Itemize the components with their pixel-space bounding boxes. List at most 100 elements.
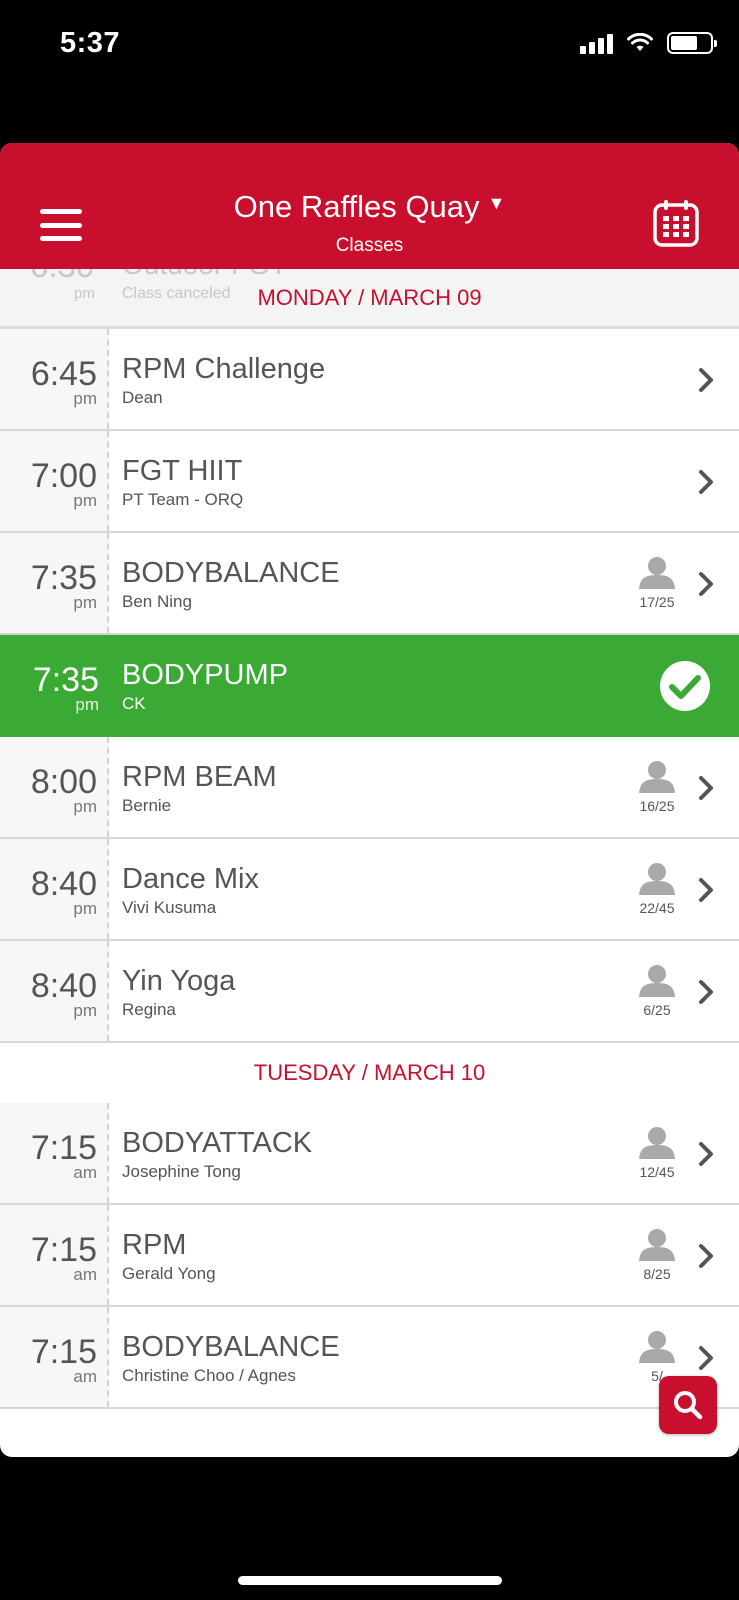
class-info: BODYPUMP CK	[122, 659, 288, 714]
class-row-booked[interactable]: 7:35 pm BODYPUMP CK	[0, 635, 739, 737]
location-selector[interactable]: One Raffles Quay ▼	[0, 189, 739, 225]
class-ampm: pm	[73, 389, 97, 408]
class-info: RPM Gerald Yong	[122, 1229, 216, 1284]
class-instructor: Dean	[122, 388, 163, 407]
day-header: 6:30pm Outdoor FGT Class canceled MONDAY / …	[0, 269, 739, 329]
class-ampm: am	[73, 1367, 97, 1386]
capacity-count: 6/25	[643, 1002, 671, 1018]
class-info: RPM BEAM Bernie	[122, 761, 277, 816]
person-icon	[639, 1127, 675, 1159]
class-ampm: pm	[73, 797, 97, 816]
class-name: BODYBALANCE	[122, 557, 340, 589]
home-indicator[interactable]	[238, 1576, 502, 1585]
class-ampm: am	[73, 1163, 97, 1182]
class-list[interactable]: 6:30pmOutdoor FGTClass canceledMONDAY / …	[0, 269, 739, 1457]
checkmark-circle-icon	[660, 661, 710, 711]
time-column: 7:15 am	[0, 1205, 109, 1305]
class-name: BODYPUMP	[122, 659, 288, 691]
location-label: One Raffles Quay	[233, 189, 480, 224]
capacity-indicator: 22/45	[635, 861, 679, 916]
class-row[interactable]: 7:15 am BODYATTACK Josephine Tong 12/45	[0, 1103, 739, 1205]
app-window: One Raffles Quay▼ Classes 6:30pmOutdoor …	[0, 143, 739, 1457]
time-column: 8:40 pm	[0, 941, 109, 1041]
class-instructor: Gerald Yong	[122, 1264, 216, 1283]
chevron-right-icon	[699, 1142, 713, 1166]
class-instructor: PT Team - ORQ	[122, 490, 244, 509]
time-column: 7:15 am	[0, 1103, 109, 1203]
class-name: RPM	[122, 1229, 187, 1261]
class-row[interactable]: 8:40 pm Yin Yoga Regina 6/25	[0, 941, 739, 1043]
person-icon	[639, 965, 675, 997]
capacity-count: 12/45	[639, 1164, 675, 1180]
class-info: Dance Mix Vivi Kusuma	[122, 863, 259, 918]
time-column: 7:00 pm	[0, 431, 109, 531]
chevron-right-icon	[699, 878, 713, 902]
capacity-indicator: 8/25	[635, 1227, 679, 1282]
class-row[interactable]: 7:00 pm FGT HIIT PT Team - ORQ	[0, 431, 739, 533]
status-time: 5:37	[60, 27, 121, 59]
class-name: RPM Challenge	[122, 353, 326, 385]
person-icon	[639, 1229, 675, 1261]
person-icon	[639, 863, 675, 895]
chevron-right-icon	[699, 1244, 713, 1268]
capacity-count: 17/25	[639, 594, 675, 610]
class-info: BODYBALANCE Christine Choo / Agnes	[122, 1331, 340, 1386]
wifi-icon	[627, 33, 653, 51]
day-label: TUESDAY / MARCH 10	[253, 1060, 486, 1085]
class-instructor: Vivi Kusuma	[122, 898, 217, 917]
class-name: FGT HIIT	[122, 455, 243, 487]
app-header: One Raffles Quay ▼ Classes	[0, 143, 739, 269]
class-instructor: CK	[122, 694, 146, 713]
status-icons	[580, 32, 717, 54]
class-ampm: pm	[75, 695, 99, 714]
chevron-right-icon	[699, 368, 713, 392]
capacity-indicator: 12/45	[635, 1125, 679, 1180]
calendar-button[interactable]	[653, 199, 699, 247]
class-instructor: Christine Choo / Agnes	[122, 1366, 296, 1385]
class-row[interactable]: 6:45 pm RPM Challenge Dean	[0, 329, 739, 431]
class-info: FGT HIIT PT Team - ORQ	[122, 455, 243, 510]
status-bar: 5:37	[0, 0, 739, 90]
class-name: RPM BEAM	[122, 761, 277, 793]
class-instructor: Regina	[122, 1000, 176, 1019]
class-info: RPM Challenge Dean	[122, 353, 325, 408]
class-row[interactable]: 8:40 pm Dance Mix Vivi Kusuma 22/45	[0, 839, 739, 941]
capacity-count: 22/45	[639, 900, 675, 916]
chevron-right-icon	[699, 470, 713, 494]
battery-icon	[667, 32, 717, 54]
class-name: BODYBALANCE	[122, 1331, 340, 1363]
class-ampm: pm	[73, 491, 97, 510]
class-name: Yin Yoga	[122, 965, 236, 997]
class-ampm: pm	[73, 899, 97, 918]
capacity-indicator: 17/25	[635, 555, 679, 610]
class-row[interactable]: 7:15 am RPM Gerald Yong 8/25	[0, 1205, 739, 1307]
class-time: 6:30	[30, 269, 94, 285]
capacity-count: 8/25	[643, 1266, 671, 1282]
calendar-icon	[653, 200, 699, 247]
person-icon	[639, 761, 675, 793]
day-header: TUESDAY / MARCH 10	[0, 1043, 739, 1103]
class-row[interactable]: 7:15 am BODYBALANCE Christine Choo / Agnes 5…	[0, 1307, 739, 1409]
chevron-right-icon	[699, 1346, 713, 1370]
class-instructor: Bernie	[122, 796, 172, 815]
class-row[interactable]: 7:35 pm BODYBALANCE Ben Ning 17/25	[0, 533, 739, 635]
class-status: Class canceled	[122, 285, 231, 302]
signal-icon	[580, 32, 613, 54]
person-icon	[639, 557, 675, 589]
class-name: Outdoor FGT	[122, 269, 287, 281]
class-ampm: pm	[74, 285, 95, 302]
class-ampm: pm	[73, 593, 97, 612]
class-info: BODYATTACK Josephine Tong	[122, 1127, 312, 1182]
class-info: BODYBALANCE Ben Ning	[122, 557, 340, 612]
time-column: 8:00 pm	[0, 737, 109, 837]
class-instructor: Ben Ning	[122, 592, 192, 611]
chevron-right-icon	[699, 776, 713, 800]
search-button[interactable]	[659, 1376, 717, 1434]
time-column: 6:45 pm	[0, 329, 109, 429]
class-info: Yin Yoga Regina	[122, 965, 235, 1020]
page-subtitle: Classes	[335, 235, 404, 256]
class-row[interactable]: 8:00 pm RPM BEAM Bernie 16/25	[0, 737, 739, 839]
time-column: 7:15 am	[0, 1307, 109, 1407]
chevron-right-icon	[699, 572, 713, 596]
capacity-indicator: 6/25	[635, 963, 679, 1018]
